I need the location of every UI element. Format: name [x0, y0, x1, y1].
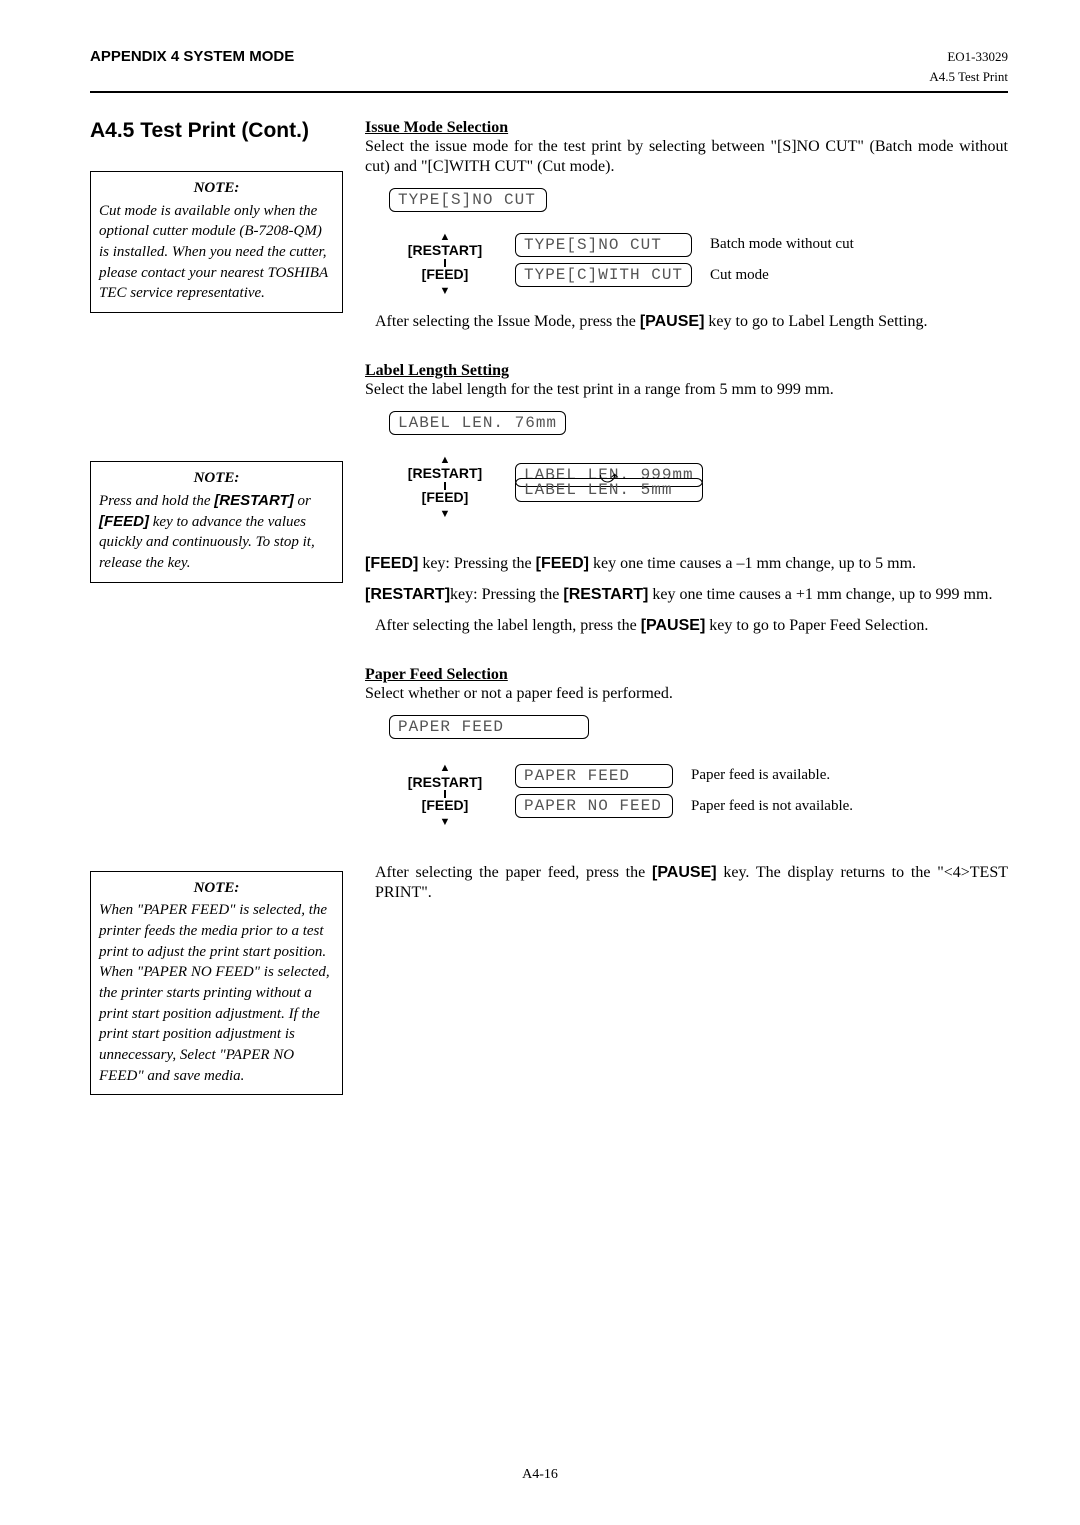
issue-title: Issue Mode Selection: [365, 119, 1008, 137]
restart-key-label: [RESTART]: [408, 466, 482, 481]
paper-after: After selecting the paper feed, press th…: [375, 863, 1008, 904]
lcd-issue-top: TYPE[S]NO CUT: [389, 188, 547, 212]
lcd-paper-top: PAPER FEED: [389, 715, 589, 739]
section-title: A4.5 Test Print (Cont.): [90, 119, 343, 143]
paper-intro: Select whether or not a paper feed is pe…: [365, 684, 1008, 705]
lcd-issue-2: TYPE[C]WITH CUT: [515, 263, 692, 287]
note-box-1: NOTE: Cut mode is available only when th…: [90, 171, 343, 313]
note3-title: NOTE:: [99, 878, 334, 899]
label-title: Label Length Setting: [365, 362, 1008, 380]
paper-diagram: PAPER FEED [RESTART] [FEED] PAPER FEED P…: [389, 715, 1008, 829]
arrow-down-icon: [440, 505, 451, 520]
restart-key-label: [RESTART]: [408, 775, 482, 790]
header-sub: A4.5 Test Print: [90, 69, 1008, 85]
note-box-2: NOTE: Press and hold the [RESTART] or [F…: [90, 461, 343, 582]
feed-key-label: [FEED]: [422, 490, 469, 505]
lcd-label-top: LABEL LEN. 76mm: [389, 411, 566, 435]
restart-key-label: [RESTART]: [408, 243, 482, 258]
note2-body: Press and hold the [RESTART] or [FEED] k…: [99, 491, 334, 574]
paper-title: Paper Feed Selection: [365, 666, 1008, 684]
note1-title: NOTE:: [99, 178, 334, 199]
content-columns: A4.5 Test Print (Cont.) NOTE: Cut mode i…: [90, 119, 1008, 1095]
note-box-3: NOTE: When "PAPER FEED" is selected, the…: [90, 871, 343, 1096]
issue-after: After selecting the Issue Mode, press th…: [375, 312, 1008, 332]
lcd-label-2: LABEL LEN. 5mm: [515, 478, 703, 502]
paper-cap1: Paper feed is available.: [691, 767, 853, 784]
lcd-paper-1: PAPER FEED: [515, 764, 673, 788]
paper-cap2: Paper feed is not available.: [691, 798, 853, 815]
arrow-down-icon: [440, 282, 451, 297]
key-stack-2: [RESTART] [FEED]: [389, 451, 501, 521]
feed-key-label: [FEED]: [422, 267, 469, 282]
label-feed-desc: [FEED] key: Pressing the [FEED] key one …: [365, 554, 1008, 575]
key-stack: [RESTART] [FEED]: [389, 228, 501, 298]
right-column: Issue Mode Selection Select the issue mo…: [365, 119, 1008, 1095]
key-stack-3: [RESTART] [FEED]: [389, 759, 501, 829]
label-diagram: LABEL LEN. 76mm [RESTART] [FEED] LABEL L…: [389, 411, 1008, 521]
page-header: APPENDIX 4 SYSTEM MODE EO1-33029: [90, 48, 1008, 65]
left-column: A4.5 Test Print (Cont.) NOTE: Cut mode i…: [90, 119, 343, 1095]
label-restart-desc: [RESTART]key: Pressing the [RESTART] key…: [365, 585, 1008, 606]
label-intro: Select the label length for the test pri…: [365, 380, 1008, 401]
page-footer: A4-16: [0, 1467, 1080, 1483]
note3-body: When "PAPER FEED" is selected, the print…: [99, 900, 334, 1086]
header-left: APPENDIX 4 SYSTEM MODE: [90, 48, 294, 65]
note1-body: Cut mode is available only when the opti…: [99, 201, 334, 304]
issue-cap2: Cut mode: [710, 267, 854, 284]
lcd-paper-2: PAPER NO FEED: [515, 794, 673, 818]
issue-diagram: TYPE[S]NO CUT [RESTART] [FEED] TYPE[S]NO…: [389, 188, 1008, 298]
lcd-issue-1: TYPE[S]NO CUT: [515, 233, 692, 257]
feed-key-label: [FEED]: [422, 798, 469, 813]
arrow-up-icon: [440, 759, 451, 774]
header-rule: [90, 91, 1008, 93]
arrow-down-icon: [440, 813, 451, 828]
arrow-up-icon: [440, 451, 451, 466]
label-after: After selecting the label length, press …: [375, 616, 1008, 636]
arrow-up-icon: [440, 228, 451, 243]
issue-cap1: Batch mode without cut: [710, 236, 854, 253]
header-right: EO1-33029: [947, 49, 1008, 65]
issue-intro: Select the issue mode for the test print…: [365, 137, 1008, 178]
note2-title: NOTE:: [99, 468, 334, 489]
